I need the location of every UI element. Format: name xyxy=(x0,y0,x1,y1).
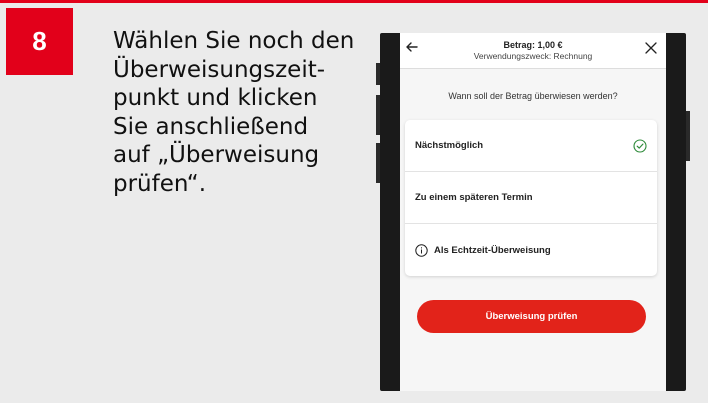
instruction-line: auf „Überweisung xyxy=(113,142,320,168)
phone-side-button xyxy=(376,143,380,183)
option-instant-transfer[interactable]: Als Echtzeit-Überweisung xyxy=(405,224,657,276)
instruction-text: Wählen Sie noch den Überweisungszeit- pu… xyxy=(113,27,373,198)
timing-question: Wann soll der Betrag überwiesen werden? xyxy=(448,91,618,101)
step-number-badge: 8 xyxy=(6,8,73,75)
phone-screen: Betrag: 1,00 € Verwendungszweck: Rechnun… xyxy=(400,33,666,391)
phone-side-button xyxy=(686,111,690,161)
instruction-line: Sie anschließend xyxy=(113,113,309,140)
instruction-card: 8 Wählen Sie noch den Überweisungszeit- … xyxy=(0,0,708,403)
phone-frame: Betrag: 1,00 € Verwendungszweck: Rechnun… xyxy=(376,33,690,391)
instruction-line: Wählen Sie noch den xyxy=(113,28,355,54)
option-label: Nächstmöglich xyxy=(415,140,484,151)
phone-side-button xyxy=(376,63,380,85)
info-icon xyxy=(415,243,428,257)
header-purpose: Verwendungszweck: Rechnung xyxy=(473,50,593,61)
option-label: Zu einem späteren Termin xyxy=(415,192,533,203)
close-icon[interactable] xyxy=(644,41,658,55)
check-circle-icon xyxy=(633,139,647,153)
timing-options: Nächstmöglich Zu einem späteren Termin A… xyxy=(405,120,657,276)
option-next-possible[interactable]: Nächstmöglich xyxy=(405,120,657,172)
phone-side-button xyxy=(376,95,380,135)
option-label: Als Echtzeit-Überweisung xyxy=(434,244,551,256)
option-later-date[interactable]: Zu einem späteren Termin xyxy=(405,172,657,224)
header-amount: Betrag: 1,00 € xyxy=(503,39,563,50)
instruction-line: prüfen“. xyxy=(113,170,207,197)
back-arrow-icon[interactable] xyxy=(404,39,420,55)
instruction-line: Überweisungszeit- xyxy=(113,56,326,83)
check-transfer-button[interactable]: Überweisung prüfen xyxy=(417,300,646,333)
instruction-line: punkt und klicken xyxy=(113,85,318,111)
transfer-header: Betrag: 1,00 € Verwendungszweck: Rechnun… xyxy=(400,33,666,69)
